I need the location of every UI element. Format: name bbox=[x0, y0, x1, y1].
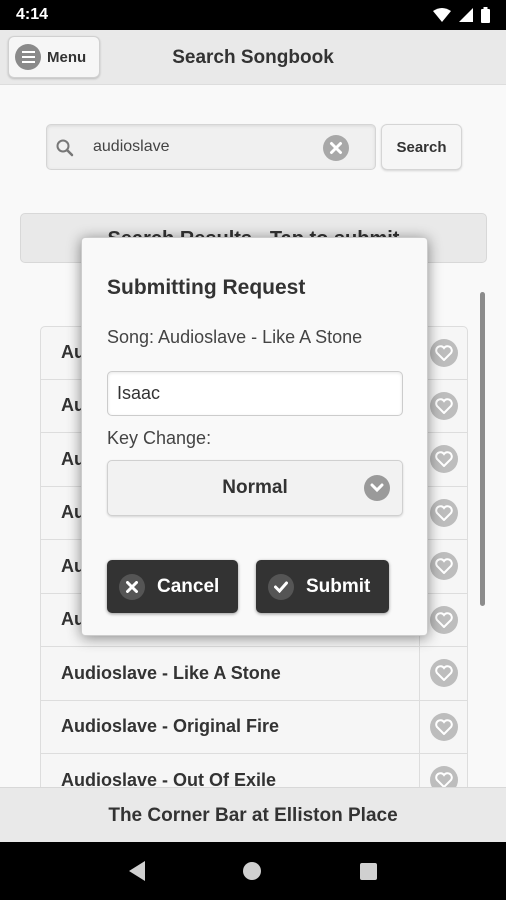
key-change-select[interactable]: Normal bbox=[107, 460, 403, 516]
menu-button[interactable]: Menu bbox=[8, 36, 100, 78]
request-dialog: Submitting Request Song: Audioslave - Li… bbox=[81, 237, 428, 636]
heart-icon bbox=[429, 445, 458, 474]
check-icon bbox=[268, 573, 294, 600]
recent-apps-icon[interactable] bbox=[359, 862, 377, 880]
search-button[interactable]: Search bbox=[381, 124, 462, 170]
hamburger-icon bbox=[15, 44, 41, 70]
home-icon[interactable] bbox=[243, 862, 262, 880]
result-title: Audioslave - Like A Stone bbox=[61, 662, 281, 683]
result-row[interactable]: Audioslave - Original Fire bbox=[40, 700, 468, 754]
venue-footer: The Corner Bar at Elliston Place bbox=[0, 787, 506, 842]
result-row[interactable]: Audioslave - Like A Stone bbox=[40, 647, 468, 701]
status-time: 4:14 bbox=[16, 6, 49, 23]
back-icon[interactable] bbox=[129, 861, 146, 881]
signal-icon bbox=[459, 8, 473, 22]
key-change-value: Normal bbox=[222, 477, 288, 498]
chevron-down-icon bbox=[364, 475, 390, 501]
scrollbar[interactable] bbox=[480, 292, 485, 606]
menu-label: Menu bbox=[47, 48, 87, 66]
favorite-button[interactable] bbox=[419, 700, 467, 753]
submit-button[interactable]: Submit bbox=[256, 560, 389, 613]
navigation-bar bbox=[0, 842, 506, 900]
cancel-button[interactable]: Cancel bbox=[107, 560, 238, 613]
heart-icon bbox=[429, 712, 458, 741]
name-input[interactable] bbox=[107, 371, 403, 416]
search-box bbox=[46, 124, 376, 170]
submit-label: Submit bbox=[306, 575, 371, 597]
heart-icon bbox=[429, 659, 458, 688]
result-title: Audioslave - Original Fire bbox=[61, 716, 280, 737]
wifi-icon bbox=[433, 8, 451, 22]
app-header: Search Songbook Menu bbox=[0, 30, 506, 85]
heart-icon bbox=[429, 338, 458, 367]
clear-icon[interactable] bbox=[323, 135, 349, 161]
heart-icon bbox=[429, 552, 458, 581]
search-icon bbox=[56, 139, 74, 157]
status-bar: 4:14 bbox=[0, 0, 506, 30]
key-change-label: Key Change: bbox=[107, 428, 212, 448]
favorite-button[interactable] bbox=[419, 647, 467, 700]
cancel-label: Cancel bbox=[157, 575, 220, 597]
dialog-song: Song: Audioslave - Like A Stone bbox=[107, 327, 363, 347]
status-icons bbox=[433, 7, 490, 23]
close-icon bbox=[119, 573, 145, 600]
search-input[interactable] bbox=[93, 125, 323, 169]
heart-icon bbox=[429, 498, 458, 527]
dialog-title: Submitting Request bbox=[107, 276, 306, 299]
heart-icon bbox=[429, 391, 458, 420]
battery-icon bbox=[481, 7, 490, 23]
heart-icon bbox=[429, 605, 458, 634]
